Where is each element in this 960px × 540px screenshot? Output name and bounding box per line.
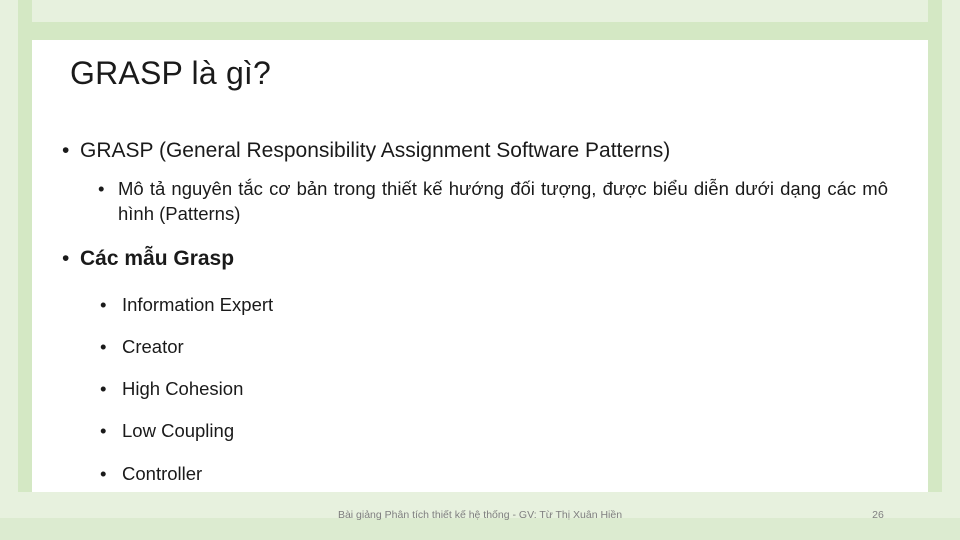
bullet-level1-grasp: • GRASP (General Responsibility Assignme… bbox=[62, 138, 888, 165]
bullet-level3-item: • Information Expert bbox=[100, 293, 888, 317]
bullet-level3-item-label: Controller bbox=[122, 462, 203, 484]
slide-title: GRASP là gì? bbox=[70, 55, 272, 91]
bullet-level3-item: • High Cohesion bbox=[100, 377, 888, 401]
bullet-glyph-icon: • bbox=[100, 378, 107, 400]
bullet-level3-item-label: Low Coupling bbox=[122, 420, 235, 442]
slide: GRASP là gì? • GRASP (General Responsibi… bbox=[0, 0, 960, 540]
bullet-glyph-icon: • bbox=[100, 336, 107, 358]
bullet-glyph-icon: • bbox=[62, 139, 70, 162]
bullet-level3-item-label: High Cohesion bbox=[122, 378, 244, 400]
bullet-level3-item: • Controller bbox=[100, 462, 888, 486]
slide-body: • GRASP (General Responsibility Assignme… bbox=[62, 138, 888, 486]
bullet-level3-item-label: Creator bbox=[122, 336, 184, 358]
page-number: 26 bbox=[872, 509, 884, 521]
bullet-glyph-icon: • bbox=[100, 420, 107, 442]
bullet-level1-patterns-label: Các mẫu Grasp bbox=[80, 247, 235, 271]
bullet-level2-description-label: Mô tả nguyên tắc cơ bản trong thiết kế h… bbox=[118, 177, 888, 224]
bullet-level2-description: • Mô tả nguyên tắc cơ bản trong thiết kế… bbox=[98, 177, 888, 227]
footer-text: Bài giảng Phân tích thiết kế hệ thống - … bbox=[337, 509, 623, 521]
bullet-level3-item: • Low Coupling bbox=[100, 419, 888, 443]
bullet-glyph-icon: • bbox=[62, 247, 70, 271]
bullet-glyph-icon: • bbox=[100, 462, 107, 484]
bullet-glyph-icon: • bbox=[100, 294, 107, 316]
bullet-level3-item-label: Information Expert bbox=[122, 294, 274, 316]
bullet-level1-grasp-label: GRASP (General Responsibility Assignment… bbox=[80, 139, 671, 162]
slide-content: GRASP là gì? • GRASP (General Responsibi… bbox=[0, 0, 960, 540]
bullet-level3-item: • Creator bbox=[100, 335, 888, 359]
bullet-level1-patterns: • Các mẫu Grasp bbox=[62, 246, 888, 273]
bullet-glyph-icon: • bbox=[98, 177, 105, 199]
